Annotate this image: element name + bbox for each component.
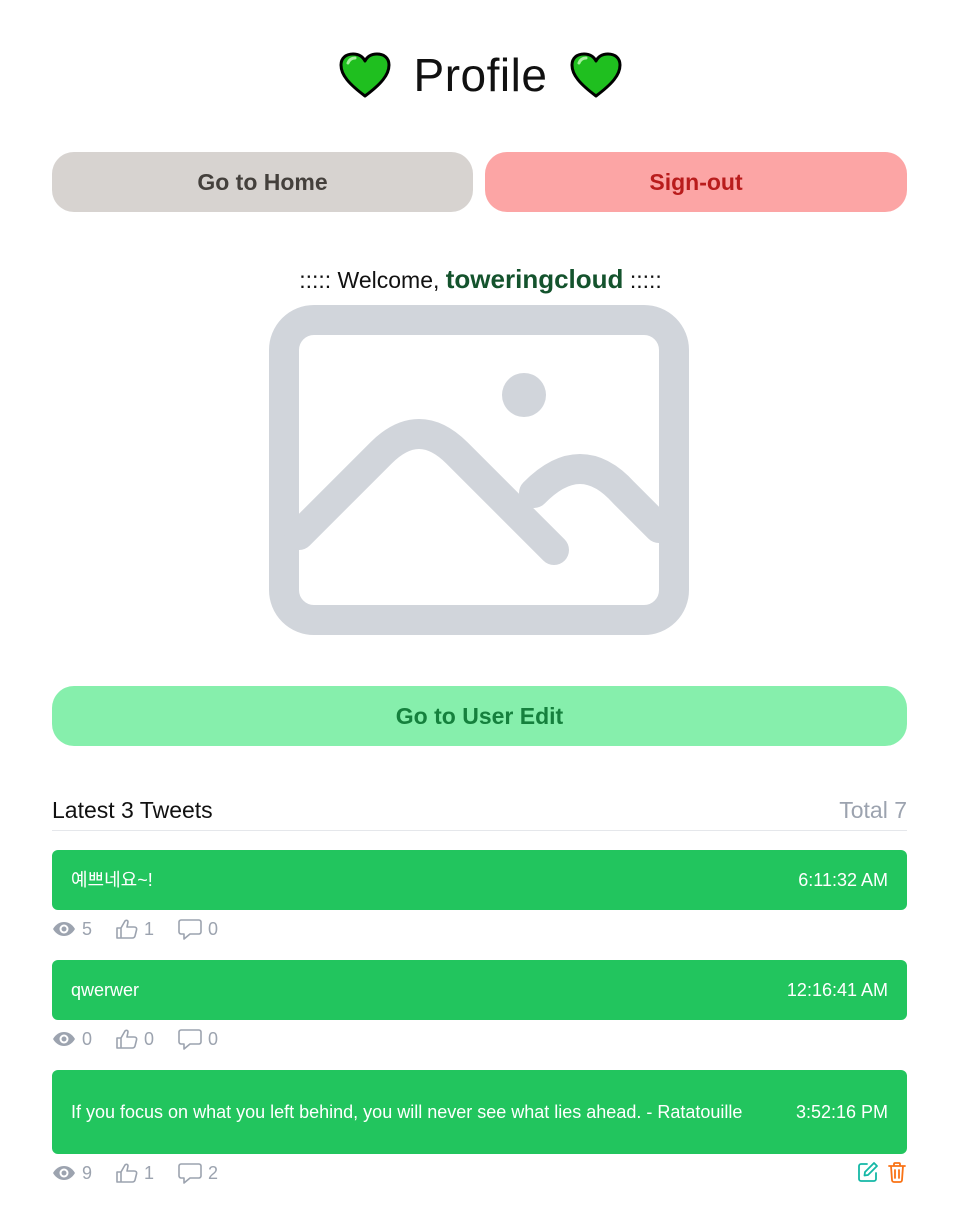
tweet-text: qwerwer xyxy=(71,980,140,1000)
tweet-time: 12:16:41 AM xyxy=(786,979,888,1000)
page-title: Profile xyxy=(413,49,548,101)
comment-icon[interactable] xyxy=(178,1162,202,1184)
view-stat: 0 xyxy=(52,1029,92,1050)
welcome-suffix: ::::: xyxy=(629,267,662,293)
page-header: Profile xyxy=(0,48,961,102)
view-count: 5 xyxy=(82,918,93,939)
comment-stat[interactable]: 0 xyxy=(178,918,218,940)
edit-icon[interactable] xyxy=(857,1161,879,1188)
tweet-card[interactable]: 예쁘네요~! 6:11:32 AM xyxy=(52,850,907,910)
comment-count: 0 xyxy=(208,918,219,939)
like-count: 1 xyxy=(144,918,155,939)
sign-out-button[interactable]: Sign-out xyxy=(485,152,907,212)
tweet-stats: 0 0 0 xyxy=(52,1027,907,1051)
tweet-actions xyxy=(857,1161,907,1188)
go-to-home-button[interactable]: Go to Home xyxy=(52,152,473,212)
comment-stat[interactable]: 0 xyxy=(178,1028,218,1050)
tweets-total: Total 7 xyxy=(839,797,907,823)
trash-icon[interactable] xyxy=(887,1161,907,1188)
view-stat: 5 xyxy=(52,919,92,940)
view-stat: 9 xyxy=(52,1163,92,1184)
tweet-stats: 9 1 2 xyxy=(52,1161,907,1185)
tweet-text: If you focus on what you left behind, yo… xyxy=(71,1102,743,1122)
like-stat[interactable]: 1 xyxy=(116,919,154,940)
thumbs-up-icon[interactable] xyxy=(116,1029,138,1049)
tweets-header: Latest 3 Tweets Total 7 xyxy=(52,797,907,831)
tweets-title: Latest 3 Tweets xyxy=(52,797,213,823)
view-count: 9 xyxy=(82,1162,93,1183)
like-stat[interactable]: 1 xyxy=(116,1163,154,1184)
welcome-prefix: ::::: Welcome, xyxy=(299,267,440,293)
comment-count: 2 xyxy=(208,1162,219,1183)
like-count: 0 xyxy=(144,1028,155,1049)
tweet-time: 3:52:16 PM xyxy=(795,1101,888,1122)
comment-stat[interactable]: 2 xyxy=(178,1162,218,1184)
like-count: 1 xyxy=(144,1162,155,1183)
tweet-time: 6:11:32 AM xyxy=(798,869,888,890)
green-heart-icon xyxy=(569,51,623,99)
tweet-text: 예쁘네요~! xyxy=(71,870,153,890)
eye-icon xyxy=(52,1031,76,1047)
view-count: 0 xyxy=(82,1028,93,1049)
comment-icon[interactable] xyxy=(178,1028,202,1050)
go-to-user-edit-button[interactable]: Go to User Edit xyxy=(52,686,907,746)
welcome-line: ::::: Welcome, toweringcloud ::::: xyxy=(0,264,961,295)
comment-icon[interactable] xyxy=(178,918,202,940)
tweet-card[interactable]: If you focus on what you left behind, yo… xyxy=(52,1070,907,1154)
green-heart-icon xyxy=(338,51,392,99)
tweet-card[interactable]: qwerwer 12:16:41 AM xyxy=(52,960,907,1020)
eye-icon xyxy=(52,921,76,937)
image-placeholder-icon xyxy=(269,305,689,635)
thumbs-up-icon[interactable] xyxy=(116,919,138,939)
eye-icon xyxy=(52,1165,76,1181)
username: toweringcloud xyxy=(445,264,624,294)
like-stat[interactable]: 0 xyxy=(116,1029,154,1050)
tweet-stats: 5 1 0 xyxy=(52,917,907,941)
thumbs-up-icon[interactable] xyxy=(116,1163,138,1183)
comment-count: 0 xyxy=(208,1028,219,1049)
